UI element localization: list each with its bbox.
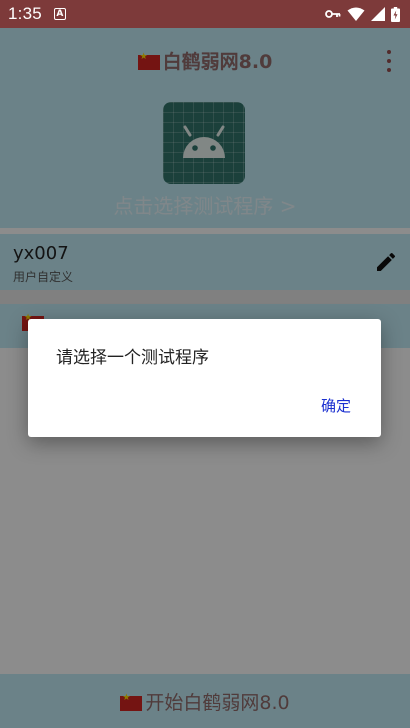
notification-icon: A	[53, 8, 66, 20]
vpn-key-icon	[325, 10, 341, 18]
battery-icon	[391, 6, 400, 22]
status-time: 1:35	[8, 4, 42, 23]
status-bar: 1:35 A	[0, 0, 410, 28]
alert-dialog: 请选择一个测试程序 确定	[28, 319, 381, 437]
signal-icon	[371, 7, 385, 21]
status-icons	[325, 6, 400, 22]
wifi-icon	[347, 7, 365, 21]
dialog-ok-button[interactable]: 确定	[315, 393, 357, 418]
dialog-message: 请选择一个测试程序	[56, 348, 209, 368]
